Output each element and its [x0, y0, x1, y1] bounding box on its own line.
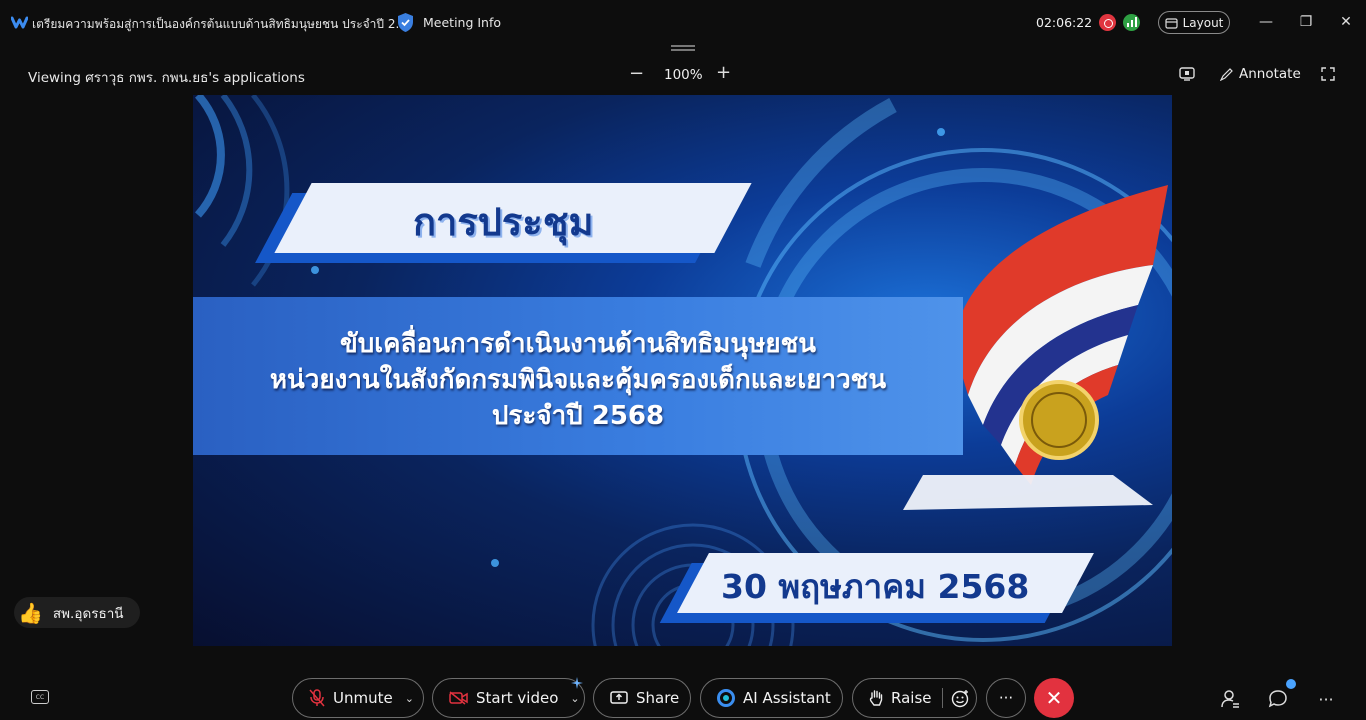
reaction-participant-name: สพ.อุดรธานี [52, 605, 124, 622]
title-bar: เตรียมความพร้อมสู่การเป็นองค์กรต้นแบบด้า… [0, 0, 1366, 46]
chat-notification-badge [1286, 679, 1296, 689]
ai-assistant-icon [717, 689, 735, 707]
sparkle-icon [571, 677, 583, 689]
meeting-timer: 02:06:22 [1036, 15, 1093, 30]
more-options-button[interactable]: ··· [986, 678, 1026, 718]
end-meeting-button[interactable]: ✕ [1034, 678, 1074, 718]
annotate-button[interactable]: Annotate [1220, 66, 1301, 82]
restore-window-icon[interactable]: ❐ [1297, 13, 1315, 31]
participants-icon[interactable] [1219, 688, 1241, 710]
close-icon: ✕ [1045, 686, 1063, 710]
annotate-label: Annotate [1239, 66, 1301, 82]
start-video-button[interactable]: Start video ⌄ [432, 677, 585, 718]
unmute-button[interactable]: Unmute ⌄ [292, 678, 424, 718]
pen-icon [1220, 67, 1233, 81]
slide-date: 30 พฤษภาคม 2568 [721, 567, 1030, 606]
raise-hand-icon [869, 690, 883, 706]
chevron-down-icon[interactable]: ⌄ [570, 692, 579, 705]
unmute-label: Unmute [333, 689, 393, 707]
window-title: เตรียมความพร้อมสู่การเป็นองค์กรต้นแบบด้า… [32, 17, 407, 31]
slide-heading: การประชุม [413, 200, 594, 244]
close-window-icon[interactable]: ✕ [1337, 13, 1355, 31]
zoom-out-button[interactable]: − [629, 63, 644, 84]
zoom-level[interactable]: 100% [664, 67, 703, 83]
recording-icon[interactable] [1099, 14, 1116, 31]
raise-label: Raise [891, 689, 932, 707]
webex-logo-icon [11, 16, 28, 29]
reactions-icon[interactable] [951, 689, 970, 708]
share-button[interactable]: Share [593, 678, 691, 718]
share-label: Share [636, 689, 680, 707]
ai-assistant-button[interactable]: AI Assistant [700, 678, 843, 718]
microphone-muted-icon [309, 689, 325, 707]
share-screen-icon [610, 690, 628, 704]
ai-assistant-label: AI Assistant [743, 689, 831, 707]
minimize-icon[interactable]: — [1257, 13, 1275, 31]
raise-button[interactable]: Raise [852, 678, 977, 718]
reaction-chip: 👍 สพ.อุดรธานี [14, 597, 140, 628]
network-signal-icon[interactable] [1123, 14, 1140, 31]
viewing-label: Viewing ศราวุธ กพร. กพน.ยธ's application… [28, 70, 305, 86]
layout-label: Layout [1182, 15, 1224, 30]
slide-title-line-2: หน่วยงานในสังกัดกรมพินิจและคุ้มครองเด็กแ… [269, 365, 887, 395]
meeting-info-button[interactable]: Meeting Info [396, 12, 501, 33]
calendar-layout-icon [1164, 17, 1178, 29]
layout-button[interactable]: Layout [1158, 11, 1230, 34]
screen-view-icon[interactable] [1179, 67, 1195, 81]
thumbs-up-icon: 👍 [18, 600, 43, 625]
divider [941, 688, 943, 708]
chevron-down-icon[interactable]: ⌄ [405, 692, 414, 705]
closed-captions-button[interactable]: CC [31, 690, 49, 704]
start-video-label: Start video [476, 689, 559, 707]
more-options-icon: ··· [998, 689, 1014, 707]
shared-screen: การประชุม ขับเคลื่อนการดำเนินงานด้านสิทธ… [193, 95, 1172, 646]
chat-icon[interactable] [1267, 688, 1289, 710]
fullscreen-icon[interactable] [1321, 67, 1335, 81]
zoom-in-button[interactable]: + [716, 62, 731, 83]
overflow-menu-icon[interactable]: ··· [1315, 688, 1337, 710]
shield-icon [398, 13, 413, 32]
meeting-info-label: Meeting Info [423, 15, 502, 30]
video-off-icon [449, 691, 468, 705]
drag-handle[interactable] [671, 45, 695, 51]
slide-title-line-3: ประจำปี 2568 [491, 401, 665, 431]
slide-title-line-1: ขับเคลื่อนการดำเนินงานด้านสิทธิมนุษยชน [339, 329, 816, 359]
